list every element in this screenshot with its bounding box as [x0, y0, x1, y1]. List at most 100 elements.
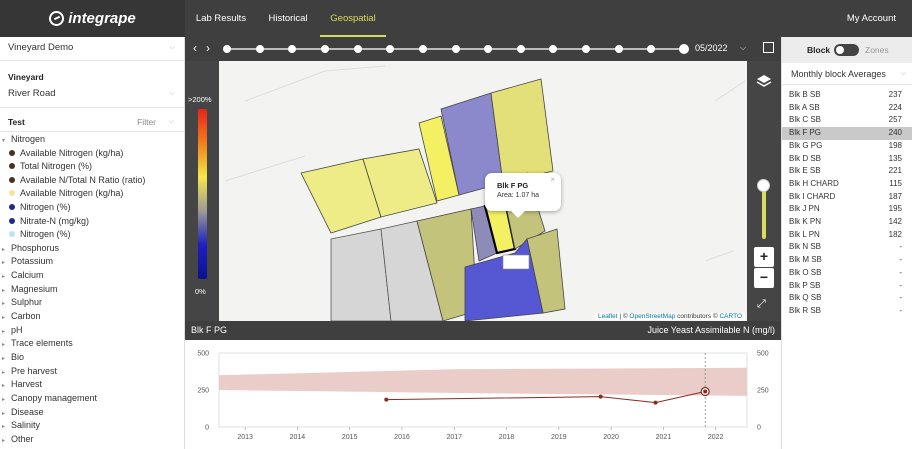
timeline-dot[interactable]	[484, 45, 493, 53]
block-row[interactable]: Blk A SB 224	[782, 102, 912, 115]
y-tick-label-right: 250	[757, 388, 769, 395]
timeline-dot[interactable]	[418, 45, 427, 53]
block-row[interactable]: Blk M SB -	[782, 254, 912, 267]
tree-group[interactable]: ▸ Other	[2, 433, 34, 446]
tree-group[interactable]: ▸ Carbon	[2, 310, 41, 323]
tree-item[interactable]: Nitrogen (%)	[9, 228, 71, 241]
tree-item[interactable]: Available Nitrogen (kg/ha)	[9, 147, 123, 160]
my-account-menu[interactable]: My Account	[847, 0, 896, 37]
osm-link[interactable]: OpenStreetMap	[629, 313, 675, 320]
timeline-slider[interactable]	[223, 44, 689, 54]
tree-group[interactable]: ▸ Disease	[2, 406, 44, 419]
layers-icon[interactable]	[756, 73, 772, 89]
timeline-dot[interactable]	[582, 45, 591, 53]
block-row[interactable]: Blk L PN 182	[782, 229, 912, 242]
block-row[interactable]: Blk I CHARD 187	[782, 191, 912, 204]
vineyard-group-select[interactable]: Vineyard Demo ⌵	[0, 37, 185, 59]
block-row[interactable]: Blk J PN 195	[782, 203, 912, 216]
timeline-dot[interactable]	[255, 45, 264, 53]
tree-item[interactable]: Available N/Total N Ratio (ratio)	[9, 174, 145, 187]
tab-lab-results[interactable]: Lab Results	[186, 0, 256, 37]
timeline-dot[interactable]	[516, 45, 525, 53]
tree-group[interactable]: ▸ Canopy management	[2, 392, 97, 405]
tree-group[interactable]: ▸ Sulphur	[2, 296, 42, 309]
map-block[interactable]	[330, 228, 392, 321]
block-row[interactable]: Blk G PG 198	[782, 140, 912, 153]
fit-bounds-icon[interactable]: ⤢	[757, 298, 766, 311]
carto-link[interactable]: CARTO	[719, 313, 742, 320]
timeline-dot[interactable]	[320, 45, 329, 53]
tree-group[interactable]: ▸ Magnesium	[2, 283, 58, 296]
vineyard-label: Vineyard	[8, 72, 44, 82]
tree-item[interactable]: Available Nitrogen (kg/ha)	[9, 187, 123, 200]
timeline-dot[interactable]	[614, 45, 623, 53]
tree-group[interactable]: ▸ Trace elements	[2, 337, 73, 350]
tree-item[interactable]: Nitrogen (%)	[9, 201, 71, 214]
tree-group[interactable]: ▸ Phosphorus	[2, 242, 59, 255]
tree-group-label: Potassium	[11, 256, 54, 267]
chevron-left-icon[interactable]: ‹	[193, 41, 197, 55]
tab-geospatial[interactable]: Geospatial	[320, 0, 386, 37]
block-row[interactable]: Blk E SB 221	[782, 165, 912, 178]
block-name: Blk J PN	[789, 204, 820, 214]
legend-gradient	[198, 109, 207, 279]
block-row[interactable]: Blk C SB 257	[782, 114, 912, 127]
block-row[interactable]: Blk B SB 237	[782, 89, 912, 102]
tab-historical[interactable]: Historical	[256, 0, 320, 37]
tree-item-label: Available Nitrogen (kg/ha)	[20, 188, 124, 199]
block-name: Blk G PG	[789, 140, 823, 150]
map-view[interactable]: >200% 0% × Blk F PG Area: 1.07 ha + − ⤢ …	[185, 61, 781, 321]
block-row[interactable]: Blk F PG 240	[782, 127, 912, 140]
tree-group[interactable]: ▸ Harvest	[2, 378, 42, 391]
timeline-dot[interactable]	[386, 45, 395, 53]
block-row[interactable]: Blk D SB 135	[782, 153, 912, 166]
tree-item[interactable]: Total Nitrogen (%)	[9, 160, 92, 173]
timeline-dot[interactable]	[353, 45, 362, 53]
open-external-icon[interactable]	[763, 42, 774, 53]
chevron-down-icon: ⌵	[168, 118, 174, 125]
tree-group[interactable]: ▸ Calcium	[2, 269, 44, 282]
divider	[0, 107, 185, 108]
block-value: 195	[888, 204, 902, 214]
timeline-dot[interactable]	[288, 45, 297, 53]
y-tick-label-right: 500	[757, 351, 769, 358]
close-icon[interactable]: ×	[550, 175, 555, 184]
averages-select[interactable]: Monthly block Averages ⌵	[782, 63, 912, 85]
tree-group[interactable]: ▸ Potassium	[2, 255, 53, 268]
block-value: -	[899, 280, 902, 290]
chevron-down-icon[interactable]: ⌵	[740, 43, 746, 53]
tree-group[interactable]: ▸ Pre harvest	[2, 365, 57, 378]
vineyard-select[interactable]: River Road ⌵	[0, 83, 185, 105]
tree-group[interactable]: ▸ Salinity	[2, 419, 40, 432]
legend-min-label: 0%	[195, 287, 206, 296]
chevron-right-icon[interactable]: ›	[206, 41, 210, 55]
timeline-dot[interactable]	[223, 45, 231, 53]
tree-group-label: Pre harvest	[11, 365, 58, 376]
tree-item[interactable]: Nitrate-N (mg/kg)	[9, 215, 89, 228]
block-row[interactable]: Blk H CHARD 115	[782, 178, 912, 191]
opacity-slider-handle[interactable]	[757, 179, 770, 192]
tree-group[interactable]: ▸ Bio	[2, 351, 24, 364]
logo[interactable]: integrape	[0, 0, 185, 37]
timeline-dot[interactable]	[451, 45, 460, 53]
timeline-dot[interactable]	[647, 45, 656, 53]
timeline-dot[interactable]	[549, 45, 558, 53]
block-row[interactable]: Blk R SB -	[782, 305, 912, 318]
zoom-in-button[interactable]: +	[754, 247, 774, 267]
tree-group-nitrogen[interactable]: ▾ Nitrogen	[2, 133, 45, 146]
zoom-out-button[interactable]: −	[754, 268, 774, 288]
logo-text: integrape	[68, 10, 136, 27]
chevron-down-icon: ⌵	[169, 44, 175, 51]
block-name: Blk N SB	[789, 242, 822, 252]
timeline-handle[interactable]	[679, 44, 689, 54]
leaflet-link[interactable]: Leaflet	[598, 313, 618, 320]
filter-dropdown[interactable]: ⌵	[140, 111, 180, 133]
block-row[interactable]: Blk P SB -	[782, 280, 912, 293]
block-row[interactable]: Blk Q SB -	[782, 292, 912, 305]
block-row[interactable]: Blk K PN 142	[782, 216, 912, 229]
grape-logo-icon	[49, 11, 65, 26]
block-value: 224	[888, 102, 902, 112]
block-row[interactable]: Blk N SB -	[782, 241, 912, 254]
tree-group[interactable]: ▸ pH	[2, 324, 23, 337]
block-row[interactable]: Blk O SB -	[782, 267, 912, 280]
